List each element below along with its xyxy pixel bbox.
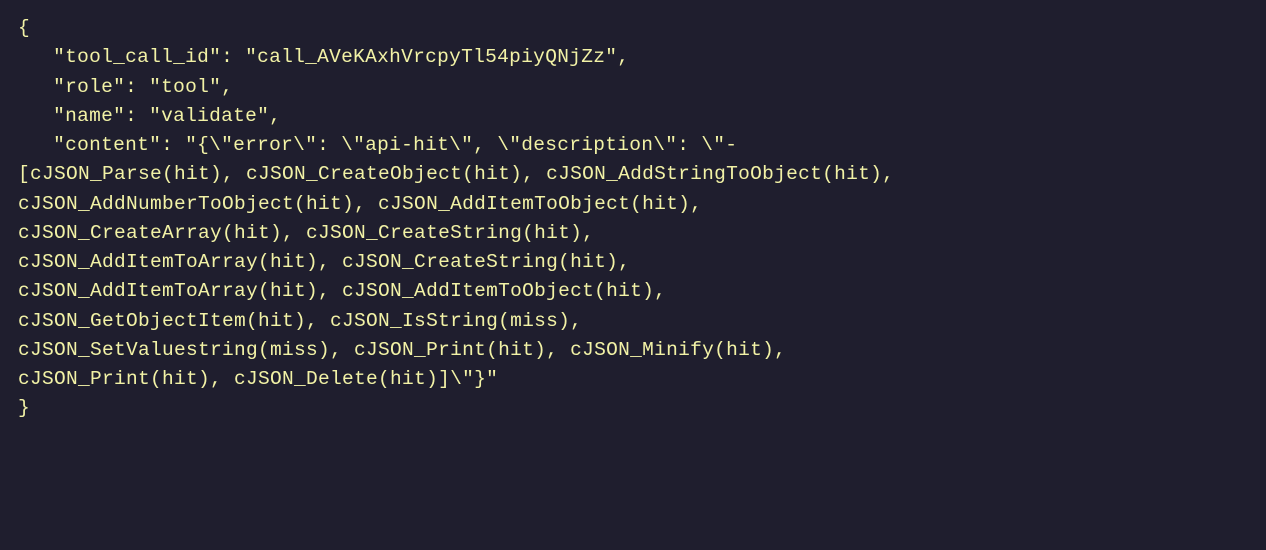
open-brace: { [18, 17, 30, 39]
value-content-line5: cJSON_AddItemToArray(hit), cJSON_CreateS… [18, 251, 630, 273]
colon: : [125, 76, 149, 98]
value-name: "validate" [149, 105, 269, 127]
comma: , [269, 105, 281, 127]
key-role: "role" [53, 76, 125, 98]
colon: : [125, 105, 149, 127]
value-content-line8: cJSON_SetValuestring(miss), cJSON_Print(… [18, 339, 786, 361]
comma: , [617, 46, 629, 68]
value-content-line3: cJSON_AddNumberToObject(hit), cJSON_AddI… [18, 193, 702, 215]
key-tool-call-id: "tool_call_id" [53, 46, 221, 68]
value-content-line9: cJSON_Print(hit), cJSON_Delete(hit)]\"}" [18, 368, 498, 390]
value-content-line2: [cJSON_Parse(hit), cJSON_CreateObject(hi… [18, 163, 894, 185]
key-name: "name" [53, 105, 125, 127]
close-brace: } [18, 397, 30, 419]
key-content: "content" [53, 134, 161, 156]
value-role: "tool" [149, 76, 221, 98]
value-tool-call-id: "call_AVeKAxhVrcpyTl54piyQNjZz" [245, 46, 617, 68]
value-content-line1: "{\"error\": \"api-hit\", \"description\… [185, 134, 737, 156]
colon: : [221, 46, 245, 68]
comma: , [221, 76, 233, 98]
colon: : [161, 134, 185, 156]
value-content-line7: cJSON_GetObjectItem(hit), cJSON_IsString… [18, 310, 582, 332]
code-block: { "tool_call_id": "call_AVeKAxhVrcpyTl54… [18, 14, 1248, 424]
value-content-line6: cJSON_AddItemToArray(hit), cJSON_AddItem… [18, 280, 666, 302]
value-content-line4: cJSON_CreateArray(hit), cJSON_CreateStri… [18, 222, 594, 244]
